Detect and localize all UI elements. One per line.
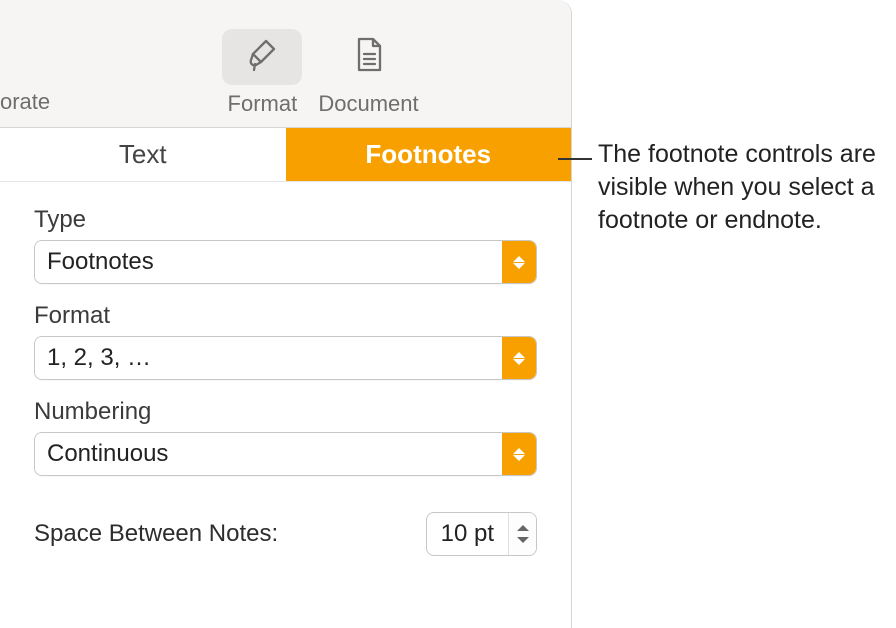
select-arrows-icon bbox=[502, 241, 536, 283]
numbering-label: Numbering bbox=[34, 398, 537, 426]
toolbar-btn-document[interactable]: Document bbox=[318, 29, 418, 117]
toolbar-label-partial: orate bbox=[0, 89, 70, 117]
chevron-up-icon bbox=[513, 352, 525, 358]
tab-text-label: Text bbox=[119, 139, 167, 170]
callout-text: The footnote controls are visible when y… bbox=[598, 138, 888, 237]
toolbar-left-partial: orate bbox=[0, 89, 70, 117]
type-select-value: Footnotes bbox=[35, 241, 502, 283]
numbering-select[interactable]: Continuous bbox=[34, 432, 537, 476]
space-stepper[interactable]: 10 pt bbox=[426, 512, 537, 556]
select-arrows-icon bbox=[502, 337, 536, 379]
chevron-down-icon bbox=[513, 263, 525, 269]
inspector-panel: orate Format bbox=[0, 0, 572, 628]
callout-line bbox=[558, 158, 592, 160]
toolbar-right: Format Document bbox=[70, 29, 571, 117]
type-label: Type bbox=[34, 206, 537, 234]
tab-footnotes-label: Footnotes bbox=[365, 139, 491, 170]
toolbar-label-document: Document bbox=[318, 91, 418, 117]
chevron-down-icon bbox=[513, 455, 525, 461]
stepper-arrows-icon bbox=[508, 513, 536, 555]
tab-text[interactable]: Text bbox=[0, 128, 286, 181]
group-format: Format 1, 2, 3, … bbox=[34, 302, 537, 380]
document-icon bbox=[353, 36, 385, 79]
tab-footnotes[interactable]: Footnotes bbox=[286, 128, 572, 181]
space-value: 10 pt bbox=[427, 520, 508, 548]
chevron-up-icon bbox=[513, 448, 525, 454]
format-select[interactable]: 1, 2, 3, … bbox=[34, 336, 537, 380]
space-label: Space Between Notes: bbox=[34, 520, 278, 548]
toolbar-icon-wrap-format bbox=[222, 29, 302, 85]
format-label: Format bbox=[34, 302, 537, 330]
paintbrush-icon bbox=[244, 37, 280, 78]
chevron-down-icon bbox=[513, 359, 525, 365]
select-arrows-icon bbox=[502, 433, 536, 475]
footnote-controls: Type Footnotes Format 1, 2, 3, … Numberi… bbox=[0, 182, 571, 580]
toolbar-icon-wrap-document bbox=[329, 29, 409, 85]
chevron-down-icon bbox=[517, 537, 529, 543]
group-space: Space Between Notes: 10 pt bbox=[34, 512, 537, 556]
toolbar: orate Format bbox=[0, 0, 571, 128]
inspector-tabs: Text Footnotes bbox=[0, 128, 571, 182]
format-select-value: 1, 2, 3, … bbox=[35, 337, 502, 379]
numbering-select-value: Continuous bbox=[35, 433, 502, 475]
toolbar-label-format: Format bbox=[228, 91, 298, 117]
group-numbering: Numbering Continuous bbox=[34, 398, 537, 476]
chevron-up-icon bbox=[513, 256, 525, 262]
type-select[interactable]: Footnotes bbox=[34, 240, 537, 284]
chevron-up-icon bbox=[517, 525, 529, 531]
toolbar-btn-format[interactable]: Format bbox=[222, 29, 302, 117]
group-type: Type Footnotes bbox=[34, 206, 537, 284]
